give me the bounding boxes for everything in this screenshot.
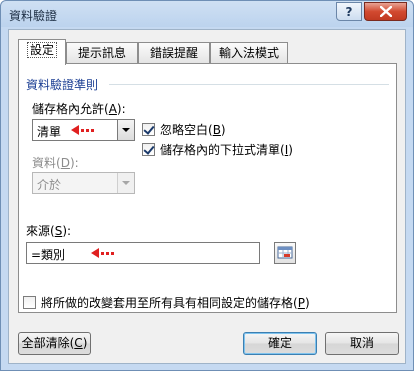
tab-error-alert-label: 錯誤提醒: [149, 46, 198, 60]
checkbox-checked-icon[interactable]: [142, 143, 155, 156]
clear-all-button[interactable]: 全部清除(C): [18, 332, 91, 355]
checkbox-checked-icon[interactable]: [142, 123, 155, 136]
close-icon: [379, 6, 392, 17]
ignore-blank-checkbox[interactable]: 忽略空白(B): [142, 121, 226, 138]
data-label: 資料(D):: [32, 156, 79, 170]
tab-input-message-label: 提示訊息: [77, 46, 126, 60]
source-value: =類別: [31, 248, 66, 262]
red-arrow-icon: [71, 125, 94, 135]
apply-to-all-label: 將所做的改變套用至所有具有相同設定的儲存格(P): [41, 296, 310, 310]
range-select-icon: [277, 246, 293, 259]
settings-panel: 資料驗證準則 儲存格內允許(A): 清單 忽略空白(B) 儲存格內的下拉式清單(…: [18, 63, 397, 313]
cancel-button[interactable]: 取消: [325, 332, 399, 355]
tab-input-message[interactable]: 提示訊息: [66, 42, 138, 64]
checkbox-unchecked-icon[interactable]: [23, 296, 36, 309]
dialog-body: 設定 提示訊息 錯誤提醒 輸入法模式 資料驗證準則 儲存格內允許(A): 清單: [8, 29, 406, 364]
source-label: 來源(S):: [26, 224, 72, 238]
dialog-title: 資料驗證: [9, 9, 58, 23]
data-validation-dialog: 資料驗證 ? 設定 提示訊息 錯誤提醒 輸入法模式 資料驗證準則 儲存格內允許(…: [0, 0, 414, 371]
help-icon: ?: [345, 4, 353, 19]
allow-label: 儲存格內允許(A):: [32, 102, 126, 116]
ignore-blank-label: 忽略空白(B): [160, 123, 226, 137]
group-divider: [109, 84, 389, 85]
chevron-down-icon: [117, 173, 134, 193]
tab-ime-mode[interactable]: 輸入法模式: [210, 42, 288, 64]
source-input[interactable]: =類別: [26, 242, 260, 264]
red-arrow-icon: [91, 248, 114, 258]
apply-to-all-checkbox[interactable]: 將所做的改變套用至所有具有相同設定的儲存格(P): [23, 294, 310, 311]
tab-error-alert[interactable]: 錯誤提醒: [138, 42, 210, 64]
tab-settings[interactable]: 設定: [18, 39, 66, 65]
allow-value: 清單: [37, 125, 62, 139]
in-cell-dropdown-label: 儲存格內的下拉式清單(I): [160, 143, 293, 157]
range-select-button[interactable]: [274, 242, 296, 264]
tab-ime-mode-label: 輸入法模式: [218, 46, 279, 60]
help-button[interactable]: ?: [336, 2, 362, 21]
validation-criteria-title: 資料驗證準則: [26, 78, 99, 92]
close-button[interactable]: [364, 2, 407, 21]
ok-button[interactable]: 確定: [243, 332, 317, 355]
chevron-down-icon[interactable]: [117, 120, 134, 140]
title-bar[interactable]: 資料驗證 ?: [1, 1, 413, 29]
tab-settings-label: 設定: [26, 42, 57, 58]
data-value: 介於: [37, 178, 62, 192]
in-cell-dropdown-checkbox[interactable]: 儲存格內的下拉式清單(I): [142, 141, 293, 158]
data-dropdown: 介於: [32, 172, 135, 194]
